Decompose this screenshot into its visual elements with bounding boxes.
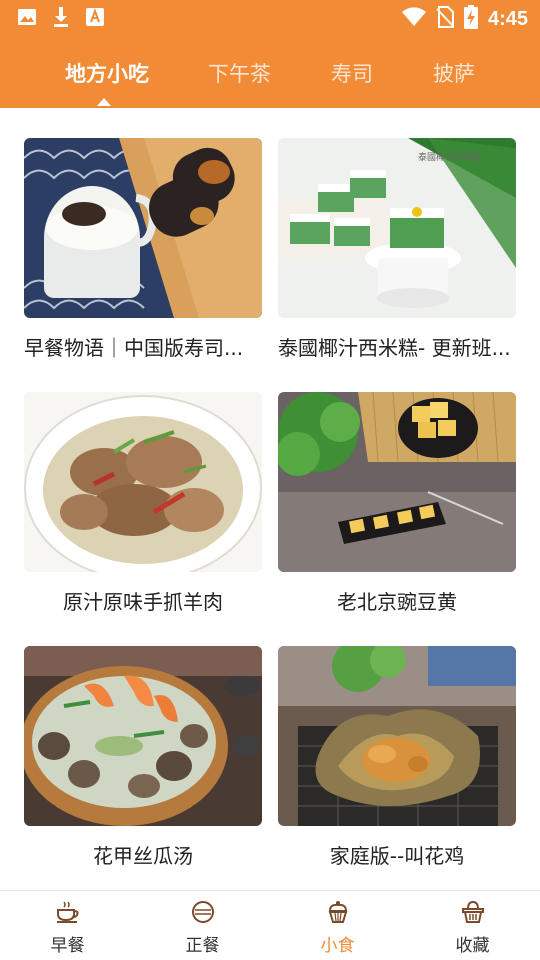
svg-text:泰國椰汁西米糕: 泰國椰汁西米糕	[418, 151, 481, 163]
nav-favorites[interactable]: 收藏	[405, 891, 540, 960]
recipe-title: 花甲丝瓜汤	[93, 844, 193, 868]
recipe-title: 泰國椰汁西米糕- 更新班...	[278, 336, 511, 360]
tab-sushi[interactable]: 寿司	[331, 58, 373, 88]
clam-loofah-soup-photo	[24, 646, 262, 826]
nav-breakfast[interactable]: 早餐	[0, 891, 135, 960]
bottom-navigation: 早餐 正餐 小食 收藏	[0, 890, 540, 960]
coconut-sago-cake-photo: 泰國椰汁西米糕	[278, 138, 516, 318]
recipe-title: 家庭版--叫花鸡	[329, 844, 465, 868]
download-icon	[50, 6, 72, 28]
status-time: 4:45	[487, 7, 528, 30]
category-tabs: 地方小吃 下午茶 寿司 披萨	[0, 52, 540, 108]
pea-cake-photo	[278, 392, 516, 572]
font-icon	[84, 6, 106, 28]
coffee-cup-icon	[56, 901, 79, 923]
wifi-icon	[401, 7, 426, 31]
tab-pizza[interactable]: 披萨	[433, 58, 475, 88]
no-sim-icon	[436, 6, 454, 32]
beggars-chicken-photo	[278, 646, 516, 826]
recipe-title: 早餐物语｜中国版寿司...	[24, 336, 244, 360]
nav-label: 正餐	[185, 936, 220, 956]
recipe-grid: 早餐物语｜中国版寿司... 泰國椰汁西米糕 泰國椰汁西米糕- 更新班... 原汁…	[0, 108, 540, 890]
basket-icon	[461, 900, 484, 923]
app-header: 4:45 地方小吃 下午茶 寿司 披萨	[0, 0, 540, 108]
nav-meal[interactable]: 正餐	[135, 891, 270, 960]
status-bar: 4:45	[0, 0, 540, 36]
tab-local-snacks[interactable]: 地方小吃	[65, 58, 149, 88]
recipe-title: 原汁原味手抓羊肉	[63, 590, 223, 614]
tab-afternoon-tea[interactable]: 下午茶	[208, 58, 271, 88]
image-icon	[16, 6, 38, 28]
nav-snack[interactable]: 小食	[270, 891, 405, 960]
bowl-icon	[191, 901, 214, 923]
battery-charging-icon	[463, 5, 478, 33]
nav-label: 早餐	[50, 936, 85, 956]
recipe-title: 老北京豌豆黄	[337, 590, 457, 614]
hand-pulled-mutton-photo	[24, 392, 262, 572]
active-tab-indicator	[97, 98, 111, 106]
breakfast-sushi-photo	[24, 138, 262, 318]
cupcake-icon	[328, 901, 347, 923]
nav-label: 小食	[320, 936, 355, 956]
nav-label: 收藏	[455, 936, 490, 956]
